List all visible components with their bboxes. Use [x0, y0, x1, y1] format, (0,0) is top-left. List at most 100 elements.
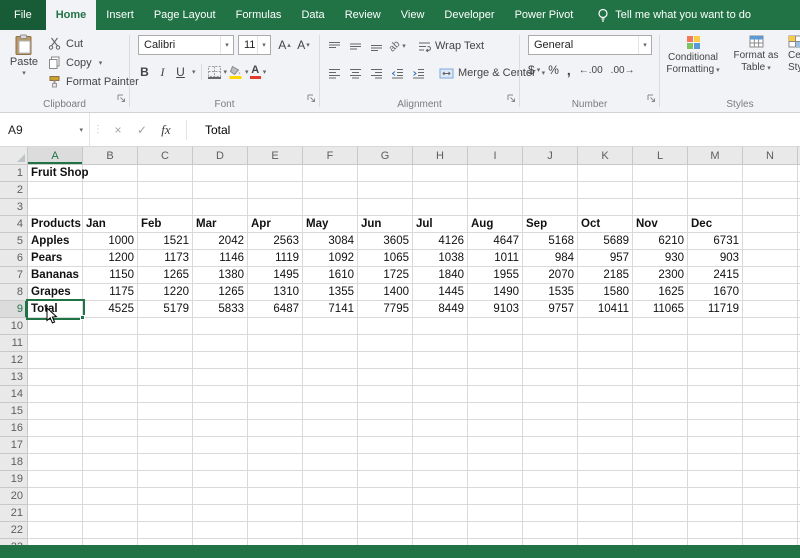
cell-H18[interactable] [413, 454, 468, 471]
cell-J4[interactable]: Sep [523, 216, 578, 233]
align-center-button[interactable] [347, 63, 364, 83]
cell-M20[interactable] [688, 488, 743, 505]
cell-I8[interactable]: 1490 [468, 284, 523, 301]
cell-G10[interactable] [358, 318, 413, 335]
cell-A7[interactable]: Bananas [28, 267, 83, 284]
cell-J8[interactable]: 1535 [523, 284, 578, 301]
cell-N7[interactable] [743, 267, 798, 284]
cell-I13[interactable] [468, 369, 523, 386]
italic-button[interactable]: I [154, 62, 171, 82]
cell-K14[interactable] [578, 386, 633, 403]
column-header-E[interactable]: E [248, 147, 303, 165]
cell-E7[interactable]: 1495 [248, 267, 303, 284]
cell-A11[interactable] [28, 335, 83, 352]
conditional-formatting-button[interactable]: Conditional Formatting ▾ [662, 35, 724, 77]
decrease-font-size-button[interactable]: A ▾ [295, 35, 312, 55]
worksheet-grid[interactable]: ABCDEFGHIJKLMNO1Fruit Shop234ProductsJan… [0, 147, 800, 545]
cell-I5[interactable]: 4647 [468, 233, 523, 250]
row-header-1[interactable]: 1 [0, 165, 28, 182]
cell-I18[interactable] [468, 454, 523, 471]
row-header-2[interactable]: 2 [0, 182, 28, 199]
cell-F8[interactable]: 1355 [303, 284, 358, 301]
increase-indent-button[interactable] [410, 63, 427, 83]
cell-D22[interactable] [193, 522, 248, 539]
cell-K3[interactable] [578, 199, 633, 216]
cell-B4[interactable]: Jan [83, 216, 138, 233]
cell-K12[interactable] [578, 352, 633, 369]
cell-I16[interactable] [468, 420, 523, 437]
cell-L19[interactable] [633, 471, 688, 488]
cell-L13[interactable] [633, 369, 688, 386]
cell-M4[interactable]: Dec [688, 216, 743, 233]
cell-B11[interactable] [83, 335, 138, 352]
cell-B3[interactable] [83, 199, 138, 216]
cell-N2[interactable] [743, 182, 798, 199]
cell-K19[interactable] [578, 471, 633, 488]
align-right-button[interactable] [368, 63, 385, 83]
cell-C16[interactable] [138, 420, 193, 437]
cell-K17[interactable] [578, 437, 633, 454]
cell-N13[interactable] [743, 369, 798, 386]
cell-I11[interactable] [468, 335, 523, 352]
cell-N5[interactable] [743, 233, 798, 250]
cell-J12[interactable] [523, 352, 578, 369]
cell-I7[interactable]: 1955 [468, 267, 523, 284]
cell-K2[interactable] [578, 182, 633, 199]
cell-M11[interactable] [688, 335, 743, 352]
cell-F22[interactable] [303, 522, 358, 539]
cell-B19[interactable] [83, 471, 138, 488]
cell-M6[interactable]: 903 [688, 250, 743, 267]
middle-align-button[interactable] [347, 36, 364, 56]
cell-A19[interactable] [28, 471, 83, 488]
cell-E3[interactable] [248, 199, 303, 216]
cell-N20[interactable] [743, 488, 798, 505]
cell-M13[interactable] [688, 369, 743, 386]
cell-M18[interactable] [688, 454, 743, 471]
cell-G9[interactable]: 7795 [358, 301, 413, 318]
cell-H13[interactable] [413, 369, 468, 386]
cell-K11[interactable] [578, 335, 633, 352]
cell-H7[interactable]: 1840 [413, 267, 468, 284]
cell-N17[interactable] [743, 437, 798, 454]
row-header-7[interactable]: 7 [0, 267, 28, 284]
cell-J18[interactable] [523, 454, 578, 471]
cell-I17[interactable] [468, 437, 523, 454]
cell-A8[interactable]: Grapes [28, 284, 83, 301]
cell-H8[interactable]: 1445 [413, 284, 468, 301]
name-box-dropdown-icon[interactable]: ▾ [79, 126, 83, 134]
cell-M21[interactable] [688, 505, 743, 522]
cell-M2[interactable] [688, 182, 743, 199]
cell-N8[interactable] [743, 284, 798, 301]
cell-D20[interactable] [193, 488, 248, 505]
enter-button[interactable]: ✓ [130, 123, 154, 137]
row-header-13[interactable]: 13 [0, 369, 28, 386]
cell-H16[interactable] [413, 420, 468, 437]
cell-F20[interactable] [303, 488, 358, 505]
cell-D19[interactable] [193, 471, 248, 488]
cell-F2[interactable] [303, 182, 358, 199]
cell-K1[interactable] [578, 165, 633, 182]
cell-I6[interactable]: 1011 [468, 250, 523, 267]
cell-F14[interactable] [303, 386, 358, 403]
cell-N3[interactable] [743, 199, 798, 216]
cell-K10[interactable] [578, 318, 633, 335]
cell-D4[interactable]: Mar [193, 216, 248, 233]
cell-L8[interactable]: 1625 [633, 284, 688, 301]
cell-F21[interactable] [303, 505, 358, 522]
cell-D21[interactable] [193, 505, 248, 522]
cell-H4[interactable]: Jul [413, 216, 468, 233]
cell-H1[interactable] [413, 165, 468, 182]
cell-C4[interactable]: Feb [138, 216, 193, 233]
cell-D8[interactable]: 1265 [193, 284, 248, 301]
cell-L21[interactable] [633, 505, 688, 522]
cell-E18[interactable] [248, 454, 303, 471]
clipboard-dialog-launcher[interactable] [117, 90, 126, 108]
cell-D12[interactable] [193, 352, 248, 369]
row-header-12[interactable]: 12 [0, 352, 28, 369]
cell-B16[interactable] [83, 420, 138, 437]
select-all-button[interactable] [0, 147, 28, 165]
cell-B6[interactable]: 1200 [83, 250, 138, 267]
cell-M15[interactable] [688, 403, 743, 420]
cell-A20[interactable] [28, 488, 83, 505]
cell-styles-button[interactable]: Cell Styles▾ [788, 35, 800, 75]
